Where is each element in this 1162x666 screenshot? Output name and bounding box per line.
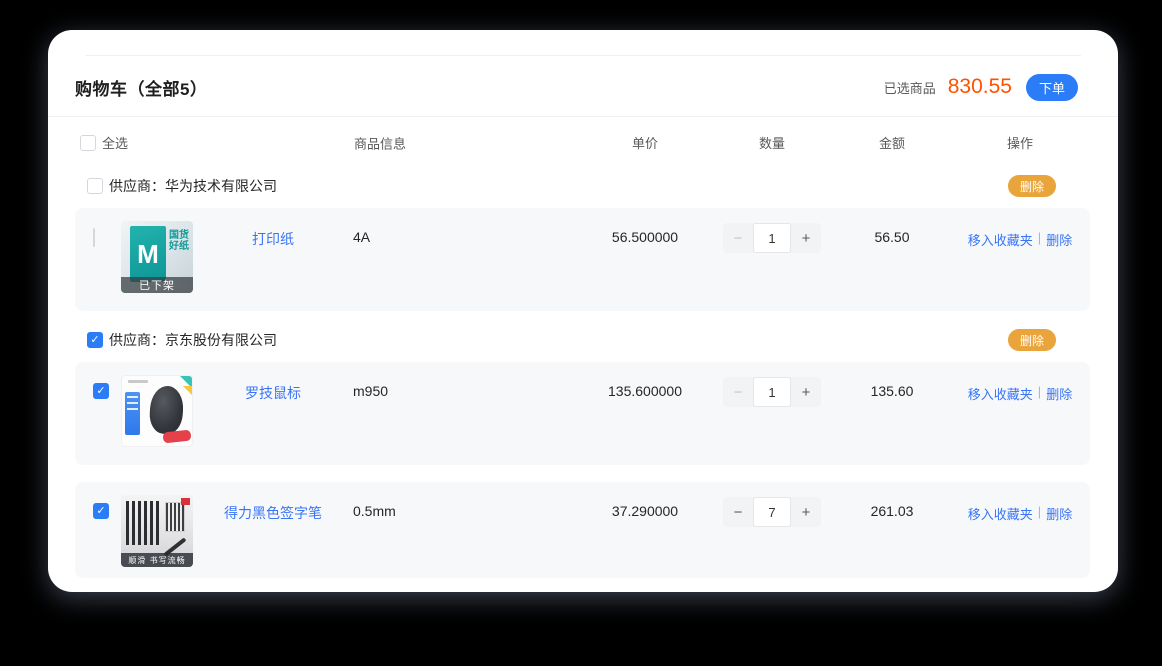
qty-input[interactable]: 7	[753, 497, 791, 527]
supplier-row-huawei: 供应商：华为技术有限公司 删除	[75, 171, 1090, 201]
item-check-cell: ✓	[75, 362, 121, 399]
product-image-paper[interactable]: M 国货好纸 已下架	[121, 221, 193, 293]
product-image-mouse[interactable]	[121, 375, 193, 447]
item-checkbox[interactable]	[93, 228, 95, 247]
item-qty-cell: − 1 +	[710, 208, 834, 253]
mouse-graphic	[148, 385, 184, 435]
quantity-stepper: − 7 +	[723, 497, 821, 527]
item-actions-cell: 移入收藏夹 | 删除	[950, 208, 1090, 249]
item-spec: m950	[353, 362, 388, 399]
item-checkbox[interactable]: ✓	[93, 503, 109, 519]
cart-item-row-mouse: ✓ 罗技鼠标 m950 135.600000 − 1 + 135.	[75, 362, 1090, 465]
action-separator: |	[1038, 230, 1041, 245]
off-shelf-badge: 已下架	[121, 277, 193, 293]
column-header-price: 单价	[580, 133, 710, 152]
item-spec: 4A	[353, 208, 370, 245]
qty-plus-button[interactable]: +	[791, 497, 821, 527]
qty-input[interactable]: 1	[753, 223, 791, 253]
item-name-link[interactable]: 罗技鼠标	[245, 385, 301, 401]
refill-pack-graphic	[165, 502, 185, 532]
item-info-cell: M 国货好纸 已下架 打印纸 4A	[121, 208, 580, 293]
item-unit-price: 56.500000	[580, 208, 710, 245]
qty-plus-button[interactable]: +	[791, 377, 821, 407]
qty-input[interactable]: 1	[753, 377, 791, 407]
cart-total-amount: 830.55	[948, 75, 1012, 99]
red-tag-graphic	[181, 498, 190, 505]
item-info-cell: 罗技鼠标 m950	[121, 362, 580, 447]
item-spec: 0.5mm	[353, 482, 396, 519]
select-all-checkbox[interactable]	[80, 135, 96, 151]
item-check-cell: ✓	[75, 482, 121, 519]
page-title: 购物车（全部5）	[75, 75, 207, 100]
supplier-select: ✓ 供应商：京东股份有限公司	[87, 330, 277, 350]
item-actions-cell: 移入收藏夹 | 删除	[950, 482, 1090, 523]
move-to-favorites-link[interactable]: 移入收藏夹	[968, 504, 1033, 523]
supplier-row-jd: ✓ 供应商：京东股份有限公司 删除	[75, 325, 1090, 355]
column-header-actions: 操作	[950, 133, 1090, 152]
item-amount: 56.50	[834, 208, 950, 245]
header-divider	[48, 116, 1118, 117]
qty-minus-button[interactable]: −	[723, 377, 753, 407]
column-header-amount: 金额	[834, 133, 950, 152]
place-order-button[interactable]: 下单	[1026, 74, 1078, 101]
logitech-logo-graphic	[128, 380, 148, 383]
action-separator: |	[1038, 384, 1041, 399]
delete-item-link[interactable]: 删除	[1046, 384, 1072, 403]
action-separator: |	[1038, 504, 1041, 519]
item-name-zone: 得力黑色签字笔	[193, 482, 353, 523]
promo-ribbon	[163, 430, 192, 444]
mouse-box-stripe	[125, 392, 140, 435]
item-unit-price: 135.600000	[580, 362, 710, 399]
move-to-favorites-link[interactable]: 移入收藏夹	[968, 384, 1033, 403]
select-all-cell: 全选 商品信息	[75, 133, 580, 152]
cart-header: 购物车（全部5） 已选商品 830.55 下单	[48, 73, 1118, 101]
item-name-zone: 罗技鼠标	[193, 362, 353, 403]
selected-items-label: 已选商品	[884, 78, 936, 97]
item-qty-cell: − 7 +	[710, 482, 834, 527]
column-header-qty: 数量	[710, 133, 834, 152]
supplier-delete-button[interactable]: 删除	[1008, 175, 1056, 197]
paper-package-text: 国货好纸	[168, 230, 190, 252]
cart-item-row-paper: M 国货好纸 已下架 打印纸 4A 56.500000 − 1 + 56.50 …	[75, 208, 1090, 311]
item-name-link[interactable]: 得力黑色签字笔	[224, 505, 322, 521]
item-amount: 261.03	[834, 482, 950, 519]
item-name-zone: 打印纸	[193, 208, 353, 249]
qty-plus-button[interactable]: +	[791, 223, 821, 253]
product-image-pens[interactable]: 顺滑 书写流畅	[121, 495, 193, 567]
table-header-row: 全选 商品信息 单价 数量 金额 操作	[75, 121, 1090, 164]
item-check-cell	[75, 208, 121, 247]
item-amount: 135.60	[834, 362, 950, 399]
select-all-label: 全选	[102, 133, 128, 152]
quantity-stepper: − 1 +	[723, 377, 821, 407]
move-to-favorites-link[interactable]: 移入收藏夹	[968, 230, 1033, 249]
supplier-name: 供应商：京东股份有限公司	[109, 330, 277, 350]
item-actions-cell: 移入收藏夹 | 删除	[950, 362, 1090, 403]
cart-item-row-pen: ✓ 顺滑 书写流畅 得力黑色签字笔 0.5mm 37.290000 − 7 + …	[75, 482, 1090, 578]
delete-item-link[interactable]: 删除	[1046, 504, 1072, 523]
delete-item-link[interactable]: 删除	[1046, 230, 1072, 249]
item-name-link[interactable]: 打印纸	[252, 231, 294, 247]
paper-package-graphic: M	[130, 226, 166, 282]
column-header-info: 商品信息	[354, 133, 406, 152]
supplier-select: 供应商：华为技术有限公司	[87, 176, 277, 196]
cart-summary: 已选商品 830.55 下单	[884, 74, 1078, 101]
item-info-cell: 顺滑 书写流畅 得力黑色签字笔 0.5mm	[121, 482, 580, 567]
item-unit-price: 37.290000	[580, 482, 710, 519]
quantity-stepper: − 1 +	[723, 223, 821, 253]
pens-graphic	[126, 501, 162, 545]
supplier-checkbox[interactable]	[87, 178, 103, 194]
qty-minus-button[interactable]: −	[723, 223, 753, 253]
supplier-checkbox[interactable]: ✓	[87, 332, 103, 348]
item-checkbox[interactable]: ✓	[93, 383, 109, 399]
shopping-cart-panel: 购物车（全部5） 已选商品 830.55 下单 全选 商品信息 单价 数量 金额…	[48, 30, 1118, 592]
item-qty-cell: − 1 +	[710, 362, 834, 407]
top-divider	[85, 55, 1081, 56]
pen-image-caption: 顺滑 书写流畅	[121, 553, 193, 567]
supplier-name: 供应商：华为技术有限公司	[109, 176, 277, 196]
supplier-delete-button[interactable]: 删除	[1008, 329, 1056, 351]
corner-accent-yellow	[183, 386, 192, 395]
qty-minus-button[interactable]: −	[723, 497, 753, 527]
